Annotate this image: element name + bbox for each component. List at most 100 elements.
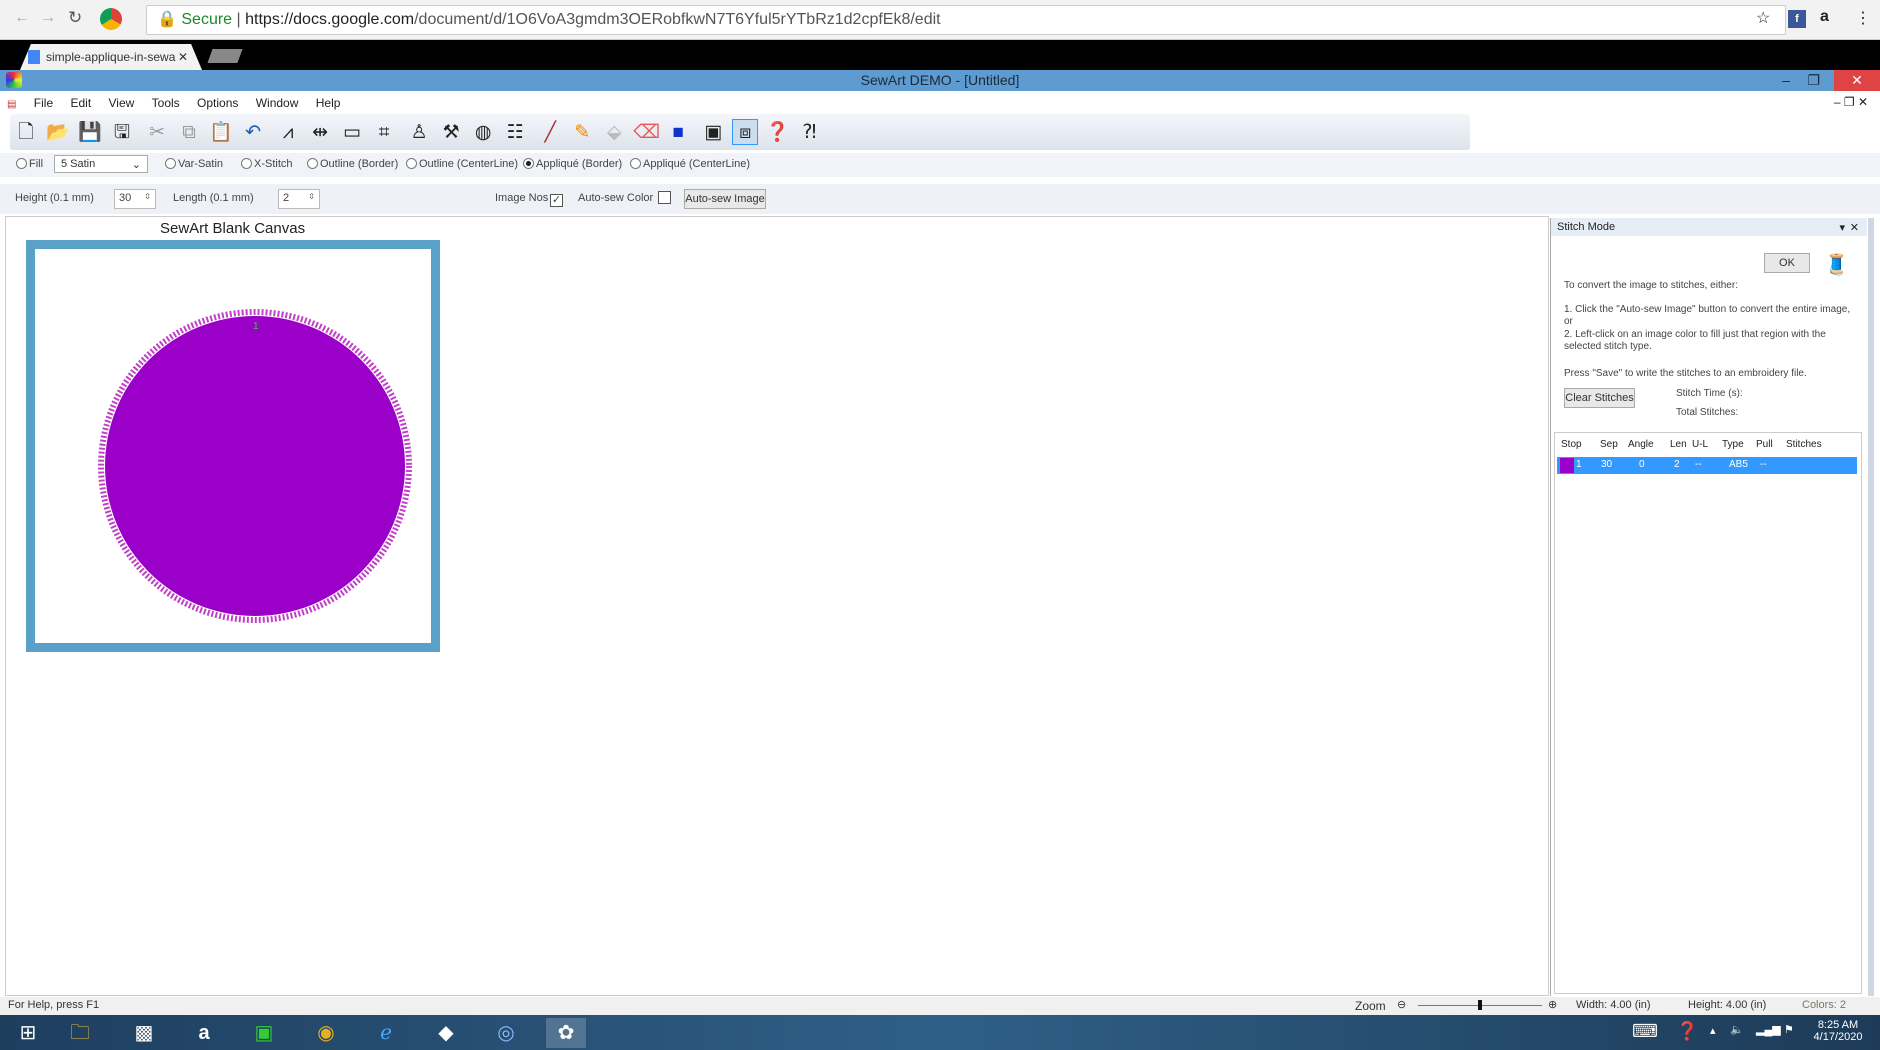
help-tray-icon[interactable]: ❓ bbox=[1676, 1021, 1698, 1042]
paste-icon[interactable]: 📋 bbox=[208, 120, 234, 146]
radio-var-satin[interactable]: Var-Satin bbox=[165, 158, 223, 170]
clock[interactable]: 8:25 AM 4/17/2020 bbox=[1808, 1019, 1868, 1043]
restore-icon[interactable]: ❐ bbox=[1807, 70, 1820, 91]
menu-icon[interactable]: ⋮ bbox=[1855, 8, 1871, 28]
app-taskbar-icon[interactable]: ◆ bbox=[426, 1018, 466, 1048]
radio-outline-centerline[interactable]: Outline (CenterLine) bbox=[406, 158, 518, 170]
menu-window[interactable]: Window bbox=[249, 92, 306, 114]
start-icon[interactable]: ⊞ bbox=[8, 1018, 48, 1048]
radio-outline-border[interactable]: Outline (Border) bbox=[307, 158, 398, 170]
length-spinner[interactable]: 2 ⇳ bbox=[278, 189, 320, 209]
minimize-icon[interactable]: – bbox=[1782, 70, 1790, 91]
col-sep[interactable]: Sep bbox=[1600, 439, 1618, 450]
zoom-slider-thumb[interactable] bbox=[1478, 1000, 1482, 1010]
col-pull[interactable]: Pull bbox=[1756, 439, 1773, 450]
eraser-icon[interactable]: ⌫ bbox=[633, 120, 660, 146]
star-icon[interactable]: ☆ bbox=[1756, 8, 1770, 28]
col-stop[interactable]: Stop bbox=[1561, 439, 1582, 450]
browser-tab[interactable]: simple-applique-in-sewa ✕ bbox=[20, 44, 202, 70]
ok-button[interactable]: OK bbox=[1764, 253, 1810, 273]
forward-icon[interactable]: → bbox=[40, 9, 56, 27]
save-as-icon[interactable]: 🖫 bbox=[109, 120, 135, 146]
table-row[interactable]: 1 30 0 2 -- AB5 -- bbox=[1557, 457, 1857, 474]
col-len[interactable]: Len bbox=[1670, 439, 1687, 450]
stitch-mode-icon[interactable]: ⧈ bbox=[732, 119, 759, 145]
copy-icon[interactable]: ⧉ bbox=[176, 120, 202, 146]
width-readout: Width: 4.00 (in) bbox=[1576, 999, 1651, 1011]
fill-icon[interactable]: ⬙ bbox=[601, 120, 627, 146]
reload-icon[interactable]: ↻ bbox=[68, 8, 82, 28]
store-icon[interactable]: ▣ bbox=[244, 1018, 284, 1048]
amazon-taskbar-icon[interactable]: a bbox=[184, 1018, 224, 1048]
facebook-icon[interactable]: f bbox=[1788, 10, 1806, 28]
brush-icon[interactable]: ╱ bbox=[537, 120, 563, 146]
browser-taskbar-icon[interactable]: ◎ bbox=[486, 1018, 526, 1048]
volume-icon[interactable]: 🔈 bbox=[1730, 1023, 1744, 1036]
radio-applique-border[interactable]: Appliqué (Border) bbox=[523, 158, 622, 170]
mirror-icon[interactable]: ⇹ bbox=[307, 120, 333, 146]
color-swap-icon[interactable]: ■ bbox=[665, 120, 691, 146]
col-ul[interactable]: U-L bbox=[1692, 439, 1708, 450]
stamp-icon[interactable]: ♙ bbox=[406, 120, 432, 146]
menu-view[interactable]: View bbox=[102, 92, 142, 114]
close-app-button[interactable]: ✕ bbox=[1834, 70, 1880, 91]
context-help-icon[interactable]: ⁈ bbox=[796, 120, 822, 146]
crop-icon[interactable]: ⌗ bbox=[371, 120, 397, 146]
new-icon[interactable]: 🗋 bbox=[13, 120, 39, 146]
col-stitches[interactable]: Stitches bbox=[1786, 439, 1822, 450]
menu-options[interactable]: Options bbox=[190, 92, 245, 114]
keyboard-icon[interactable]: ⌨ bbox=[1632, 1021, 1658, 1042]
sewart-taskbar-icon[interactable]: ✿ bbox=[546, 1018, 586, 1048]
file-explorer-icon[interactable]: 🗀 bbox=[60, 1018, 100, 1048]
photos-app-icon[interactable]: ▩ bbox=[124, 1018, 164, 1048]
menu-tools[interactable]: Tools bbox=[145, 92, 187, 114]
zoom-out-icon[interactable]: ⊖ bbox=[1397, 998, 1406, 1011]
cut-icon[interactable]: ✂ bbox=[144, 120, 170, 146]
menu-edit[interactable]: Edit bbox=[63, 92, 98, 114]
radio-applique-centerline[interactable]: Appliqué (CenterLine) bbox=[630, 158, 750, 170]
list-icon[interactable]: ☷ bbox=[502, 120, 528, 146]
wand-icon[interactable]: ⚒ bbox=[438, 120, 464, 146]
chrome-taskbar-icon[interactable]: ◉ bbox=[306, 1018, 346, 1048]
tray-expand-icon[interactable]: ▴ bbox=[1710, 1024, 1716, 1037]
open-icon[interactable]: 📂 bbox=[45, 120, 71, 146]
height-spinner[interactable]: 30 ⇳ bbox=[114, 189, 156, 209]
resize-icon[interactable]: ▭ bbox=[339, 120, 365, 146]
network-icon[interactable]: ▂▄▆ bbox=[1756, 1023, 1781, 1036]
close-tab-icon[interactable]: ✕ bbox=[178, 44, 188, 70]
internet-explorer-icon[interactable]: ℯ bbox=[366, 1018, 406, 1048]
amazon-icon[interactable]: a bbox=[1820, 8, 1829, 26]
auto-sew-image-button[interactable]: Auto-sew Image bbox=[684, 189, 766, 209]
address-bar[interactable]: 🔒 Secure | https://docs.google.com/docum… bbox=[146, 5, 1786, 35]
browser-toolbar: ← → ↻ 🔒 Secure | https://docs.google.com… bbox=[0, 0, 1880, 40]
image-nos-checkbox[interactable]: ✓ bbox=[550, 191, 563, 207]
flag-icon[interactable]: ⚑ bbox=[1784, 1023, 1794, 1036]
zoom-in-icon[interactable]: ⊕ bbox=[1548, 998, 1557, 1011]
canvas-frame[interactable]: 1 bbox=[26, 240, 440, 652]
panel-dropdown-icon[interactable]: ▾ bbox=[1839, 221, 1845, 234]
help-icon[interactable]: ❓ bbox=[764, 120, 790, 146]
radio-fill[interactable]: Fill bbox=[16, 158, 43, 170]
new-tab-button[interactable] bbox=[207, 49, 243, 63]
view-icon[interactable]: ▣ bbox=[700, 120, 726, 146]
purple-circle-shape[interactable] bbox=[105, 316, 405, 616]
save-icon[interactable]: 💾 bbox=[77, 120, 103, 146]
menu-file[interactable]: File bbox=[27, 92, 60, 114]
zoom-slider[interactable] bbox=[1418, 1000, 1542, 1010]
radio-x-stitch[interactable]: X-Stitch bbox=[241, 158, 293, 170]
fill-type-select[interactable]: 5 Satin ⌄ bbox=[54, 155, 148, 173]
menu-help[interactable]: Help bbox=[309, 92, 348, 114]
panel-close-icon[interactable]: ✕ bbox=[1850, 221, 1859, 234]
color-reduce-icon[interactable]: ◍ bbox=[470, 120, 496, 146]
undo-icon[interactable]: ↶ bbox=[240, 120, 266, 146]
clear-stitches-button[interactable]: Clear Stitches bbox=[1564, 388, 1635, 408]
auto-sew-color-checkbox[interactable] bbox=[658, 191, 671, 204]
mdi-controls-icon[interactable]: – ❐ ✕ bbox=[1834, 95, 1868, 109]
pencil-icon[interactable]: ✎ bbox=[569, 120, 595, 146]
flip-icon[interactable]: ⩘ bbox=[275, 120, 301, 146]
panel-scrollbar[interactable] bbox=[1868, 218, 1874, 996]
col-type[interactable]: Type bbox=[1722, 439, 1744, 450]
back-icon[interactable]: ← bbox=[14, 9, 30, 27]
chrome-icon[interactable] bbox=[100, 8, 122, 30]
col-angle[interactable]: Angle bbox=[1628, 439, 1654, 450]
